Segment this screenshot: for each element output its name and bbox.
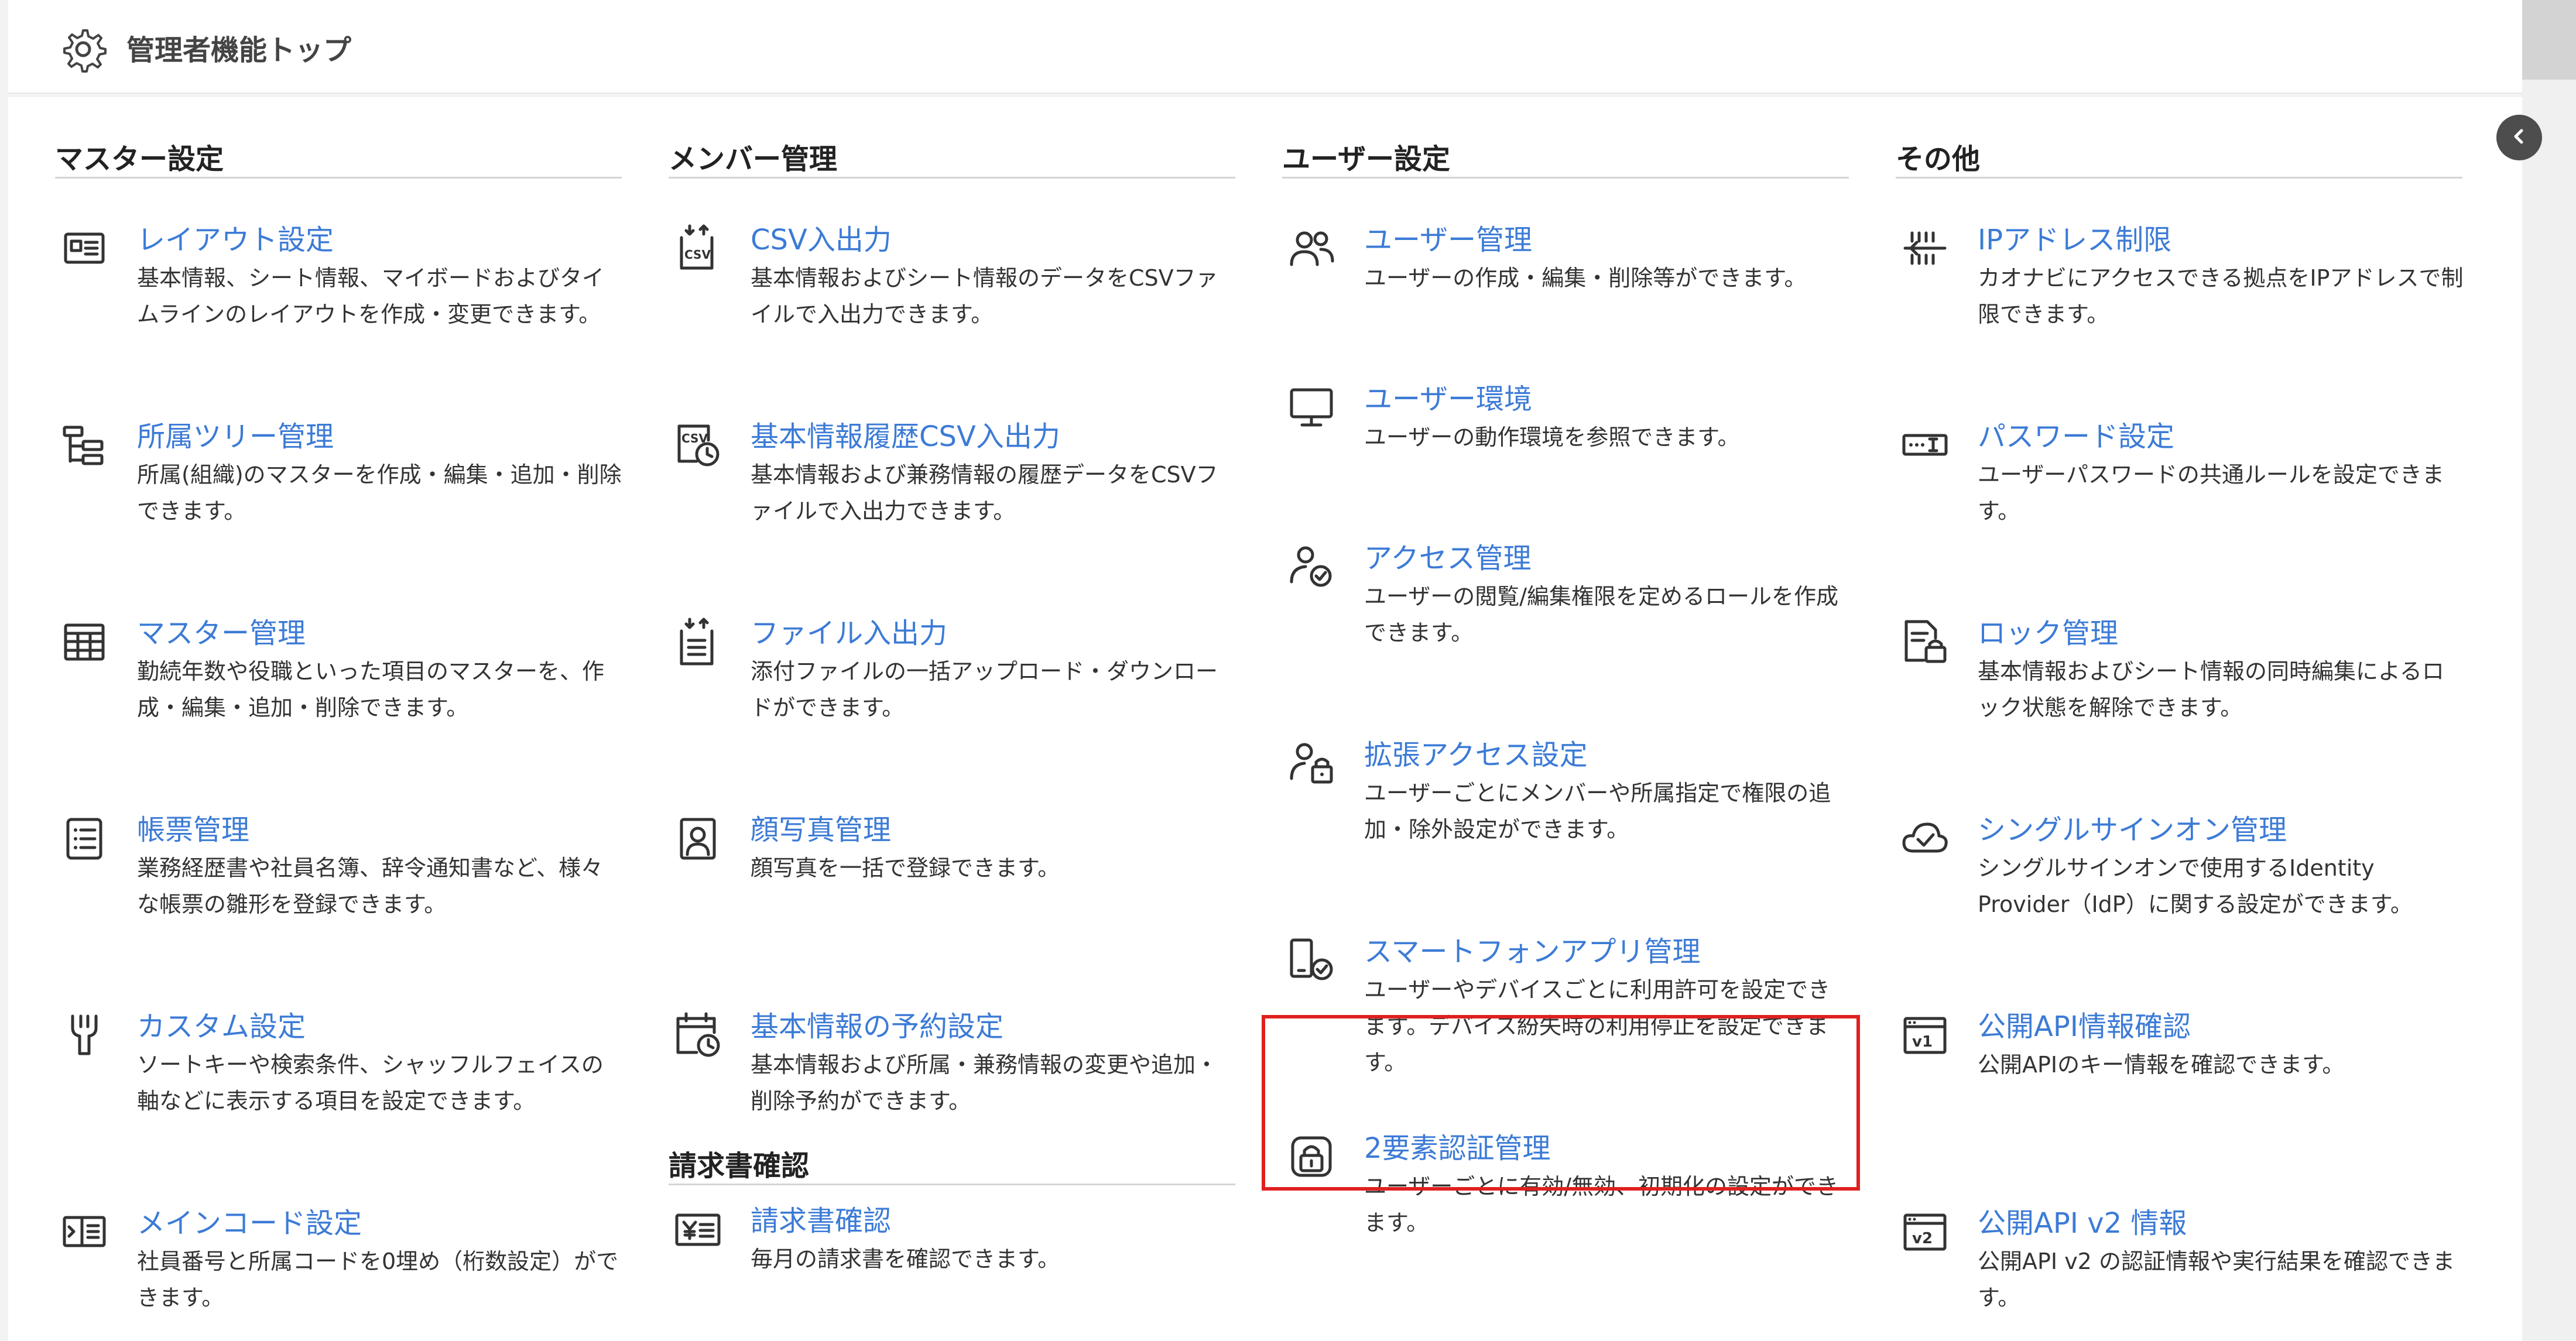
menu-link[interactable]: カスタム設定 [137, 1003, 306, 1044]
menu-link[interactable]: ファイル入出力 [751, 610, 947, 651]
menu-link[interactable]: スマートフォンアプリ管理 [1364, 928, 1701, 969]
menu-description: 勤続年数や役職といった項目のマスターを、作成・編集・追加・削除できます。 [137, 659, 605, 721]
scrollbar-thumb[interactable] [2522, 0, 2576, 80]
menu-description: 基本情報および兼務情報の履歴データをCSVファイルで入出力できます。 [751, 462, 1218, 524]
column-other: その他 IPアドレス制限 カオナビにアクセスできる拠点をIPアドレスで制限できま… [1896, 136, 2463, 1311]
menu-link[interactable]: アクセス管理 [1364, 535, 1532, 576]
password-field-icon [1900, 420, 1950, 469]
menu-link[interactable]: 顔写真管理 [751, 807, 891, 848]
cloud-check-icon [1900, 814, 1950, 863]
api-v1-icon: v1 [1900, 1010, 1950, 1059]
svg-text:v2: v2 [1912, 1230, 1933, 1247]
users-icon [1287, 224, 1336, 273]
user-check-icon [1287, 542, 1336, 591]
menu-link[interactable]: ロック管理 [1978, 610, 2118, 651]
svg-text:v1: v1 [1912, 1033, 1933, 1051]
chevron-left-icon [2508, 125, 2531, 150]
section-heading: メンバー管理 [669, 136, 1235, 179]
column-member-management: メンバー管理 CSV CSV入出力 基本情報およびシート情報のデータをCSVファ… [669, 136, 1235, 1114]
section-heading: その他 [1896, 136, 2462, 179]
menu-description: 公開APIのキー情報を確認できます。 [1978, 1052, 2345, 1078]
menu-link[interactable]: シングルサインオン管理 [1978, 807, 2287, 848]
menu-description: 基本情報およびシート情報の同時編集によるロック状態を解除できます。 [1978, 659, 2444, 721]
scrollbar[interactable] [2522, 0, 2576, 1341]
menu-link[interactable]: メインコード設定 [137, 1200, 362, 1241]
wrench-icon [60, 1010, 109, 1059]
menu-description: 公開API v2 の認証情報や実行結果を確認できます。 [1978, 1249, 2455, 1311]
phone-check-icon [1287, 935, 1336, 985]
menu-description: 基本情報および所属・兼務情報の変更や追加・削除予約ができます。 [751, 1052, 1218, 1114]
menu-description: ソートキーや検索条件、シャッフルフェイスの軸などに表示する項目を設定できます。 [137, 1052, 604, 1114]
org-tree-icon [60, 420, 109, 469]
menu-description: 所属(組織)のマスターを作成・編集・追加・削除できます。 [137, 462, 622, 524]
menu-link[interactable]: 基本情報履歴CSV入出力 [751, 413, 1060, 454]
menu-link[interactable]: 基本情報の予約設定 [751, 1003, 1003, 1044]
layout-card-icon [60, 224, 109, 273]
menu-description: 毎月の請求書を確認できます。 [751, 1246, 1060, 1272]
main-code-icon [60, 1207, 109, 1256]
menu-link[interactable]: マスター管理 [137, 610, 306, 651]
menu-link[interactable]: パスワード設定 [1978, 413, 2174, 454]
menu-description: ユーザーの作成・編集・削除等ができます。 [1364, 265, 1807, 291]
menu-description: 業務経歴書や社員名簿、辞令通知書など、様々な帳票の雛形を登録できます。 [137, 855, 604, 917]
menu-link[interactable]: CSV入出力 [751, 217, 892, 258]
menu-link[interactable]: 公開API情報確認 [1978, 1003, 2191, 1044]
menu-description: 添付ファイルの一括アップロード・ダウンロードができます。 [751, 659, 1218, 721]
menu-description: シングルサインオンで使用するIdentity Provider（IdP）に関する… [1978, 855, 2413, 917]
column-user-settings: ユーザー設定 ユーザー管理 ユーザーの作成・編集・削除等ができます。 ユーザー環… [1282, 136, 1849, 1236]
menu-link[interactable]: 帳票管理 [137, 807, 249, 848]
gear-icon [59, 25, 108, 74]
menu-description: 基本情報およびシート情報のデータをCSVファイルで入出力できます。 [751, 265, 1218, 327]
menu-link[interactable]: レイアウト設定 [137, 217, 334, 258]
yen-invoice-icon [673, 1205, 722, 1254]
highlight-box [1262, 1015, 1860, 1191]
menu-description: ユーザーパスワードの共通ルールを設定できます。 [1978, 462, 2444, 524]
document-lock-icon [1900, 617, 1950, 666]
section-heading-invoice: 請求書確認 [669, 1143, 1235, 1185]
column-master-settings: マスター設定 レイアウト設定 基本情報、シート情報、マイボードおよびタイムライン… [55, 136, 622, 1311]
user-lock-icon [1287, 739, 1336, 788]
svg-text:CSV: CSV [684, 248, 711, 262]
menu-description: 顔写真を一括で登録できます。 [751, 855, 1060, 881]
api-v2-icon: v2 [1900, 1207, 1950, 1256]
csv-history-icon: CSV [673, 420, 722, 469]
menu-description: 社員番号と所属コードを0埋め（桁数設定）ができます。 [137, 1249, 619, 1311]
calendar-clock-icon [673, 1010, 722, 1059]
menu-description: カオナビにアクセスできる拠点をIPアドレスで制限できます。 [1978, 265, 2464, 327]
menu-link[interactable]: 拡張アクセス設定 [1364, 732, 1588, 773]
menu-link[interactable]: ユーザー管理 [1364, 217, 1532, 258]
menu-link[interactable]: 請求書確認 [751, 1198, 891, 1239]
menu-description: ユーザーの閲覧/編集権限を定めるロールを作成できます。 [1364, 584, 1839, 646]
file-transfer-icon [673, 617, 722, 666]
list-document-icon [60, 814, 109, 863]
section-heading: ユーザー設定 [1282, 136, 1849, 179]
section-heading: マスター設定 [55, 136, 622, 179]
table-grid-icon [60, 617, 109, 666]
menu-description: ユーザーごとにメンバーや所属指定で権限の追加・除外設定ができます。 [1364, 780, 1831, 842]
portrait-icon [673, 814, 722, 863]
menu-link[interactable]: IPアドレス制限 [1978, 217, 2171, 258]
menu-description: 基本情報、シート情報、マイボードおよびタイムラインのレイアウトを作成・変更できま… [137, 265, 605, 327]
menu-link[interactable]: 所属ツリー管理 [137, 413, 334, 454]
menu-link[interactable]: ユーザー環境 [1364, 376, 1532, 417]
monitor-icon [1287, 383, 1336, 432]
csv-transfer-icon: CSV [673, 224, 722, 273]
page-header: 管理者機能トップ [8, 0, 2522, 94]
menu-link[interactable]: 公開API v2 情報 [1978, 1200, 2187, 1241]
collapse-panel-button[interactable] [2496, 115, 2542, 160]
page-title: 管理者機能トップ [126, 34, 352, 67]
menu-description: ユーザーの動作環境を参照できます。 [1364, 424, 1740, 450]
ip-restrict-icon [1900, 224, 1950, 273]
